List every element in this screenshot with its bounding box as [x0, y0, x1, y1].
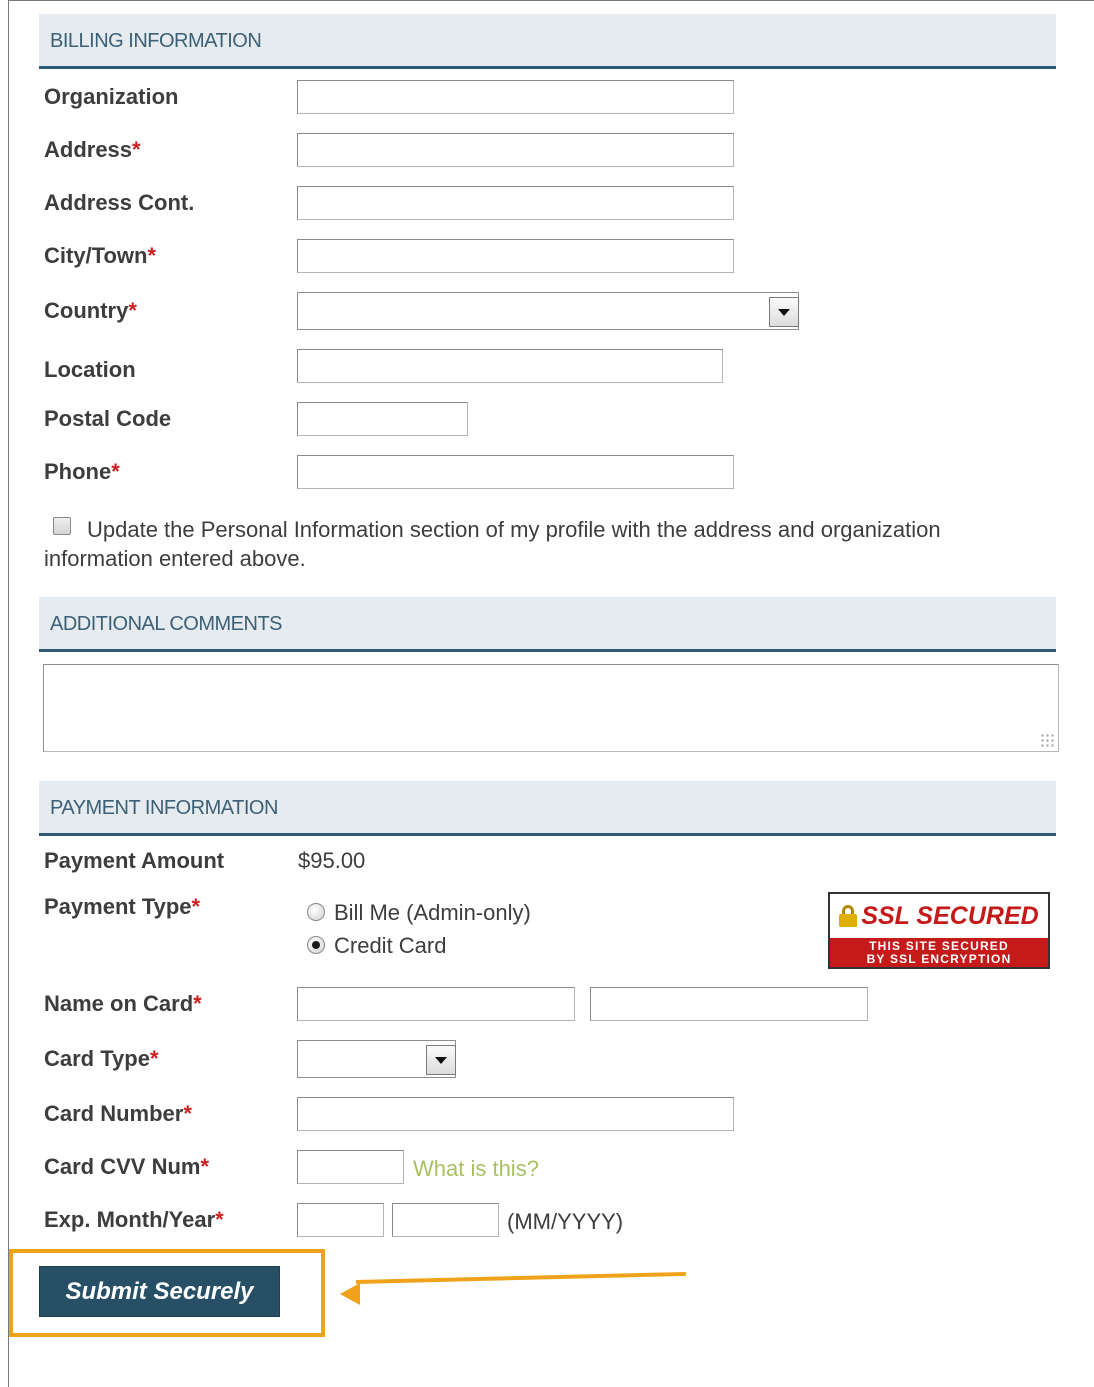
- required-marker: *: [215, 1207, 224, 1232]
- required-marker: *: [128, 298, 137, 323]
- ssl-line-2: BY SSL ENCRYPTION: [866, 952, 1012, 966]
- exp-format-hint: (MM/YYYY): [507, 1209, 624, 1234]
- billing-header-text: BILLING INFORMATION: [50, 30, 262, 52]
- update-profile-text: Update the Personal Information section …: [44, 517, 941, 571]
- resize-grip-icon[interactable]: [1040, 733, 1054, 747]
- payment-amount-label: Payment Amount: [44, 848, 225, 873]
- ssl-title: SSL SECURED: [861, 901, 1039, 930]
- address-cont-label: Address Cont.: [44, 190, 195, 215]
- phone-input[interactable]: [297, 455, 734, 489]
- card-type-label: Card Type*: [44, 1046, 159, 1071]
- chevron-down-icon[interactable]: [769, 297, 799, 327]
- exp-month-input[interactable]: [297, 1203, 384, 1237]
- required-marker: *: [147, 243, 157, 268]
- organization-input[interactable]: [297, 80, 734, 114]
- bill-me-radio[interactable]: [307, 903, 325, 921]
- first-name-on-card-input[interactable]: [297, 987, 575, 1021]
- exp-year-input[interactable]: [392, 1203, 499, 1237]
- exp-month-year-label: Exp. Month/Year*: [44, 1207, 224, 1232]
- last-name-on-card-input[interactable]: [590, 987, 868, 1021]
- required-marker: *: [132, 137, 141, 162]
- organization-label: Organization: [44, 84, 179, 109]
- update-profile-checkbox[interactable]: [53, 517, 71, 535]
- ssl-secured-badge: SSL SECURED THIS SITE SECURED BY SSL ENCR…: [828, 892, 1050, 969]
- comments-section-header: ADDITIONAL COMMENTS: [39, 597, 1056, 652]
- city-input[interactable]: [297, 239, 734, 273]
- location-input[interactable]: [297, 349, 723, 383]
- submit-highlight-box: [9, 1249, 325, 1337]
- billing-section-header: BILLING INFORMATION: [39, 14, 1056, 69]
- credit-card-label[interactable]: Credit Card: [334, 933, 446, 959]
- required-marker: *: [193, 991, 202, 1016]
- country-label: Country*: [44, 298, 137, 323]
- required-marker: *: [111, 459, 120, 484]
- payment-section-header: PAYMENT INFORMATION: [39, 781, 1056, 836]
- card-number-label: Card Number*: [44, 1101, 192, 1126]
- card-number-input[interactable]: [297, 1097, 734, 1131]
- card-cvv-input[interactable]: [297, 1150, 404, 1184]
- address-cont-input[interactable]: [297, 186, 734, 220]
- phone-label: Phone*: [44, 459, 120, 484]
- card-cvv-label: Card CVV Num*: [44, 1154, 210, 1179]
- payment-amount-value: $95.00: [298, 848, 366, 873]
- payment-header-text: PAYMENT INFORMATION: [50, 797, 278, 819]
- payment-type-label: Payment Type*: [44, 894, 201, 919]
- required-marker: *: [149, 1046, 159, 1071]
- comments-textarea[interactable]: [43, 664, 1059, 752]
- arrow-left-icon: [340, 1283, 360, 1305]
- location-label: Location: [44, 357, 136, 382]
- lock-icon: [839, 905, 858, 927]
- city-label: City/Town*: [44, 243, 157, 268]
- chevron-down-icon[interactable]: [426, 1045, 456, 1075]
- comments-header-text: ADDITIONAL COMMENTS: [50, 613, 283, 635]
- postal-code-input[interactable]: [297, 402, 468, 436]
- name-on-card-label: Name on Card*: [44, 991, 202, 1016]
- country-select[interactable]: [297, 292, 799, 330]
- card-type-select[interactable]: [297, 1040, 456, 1078]
- postal-code-label: Postal Code: [44, 406, 172, 431]
- cvv-help-link[interactable]: What is this?: [413, 1156, 539, 1182]
- required-marker: *: [191, 894, 201, 919]
- required-marker: *: [200, 1154, 210, 1179]
- bill-me-label[interactable]: Bill Me (Admin-only): [334, 900, 531, 926]
- required-marker: *: [183, 1101, 192, 1126]
- address-label: Address*: [44, 137, 141, 162]
- address-input[interactable]: [297, 133, 734, 167]
- credit-card-radio[interactable]: [307, 936, 325, 954]
